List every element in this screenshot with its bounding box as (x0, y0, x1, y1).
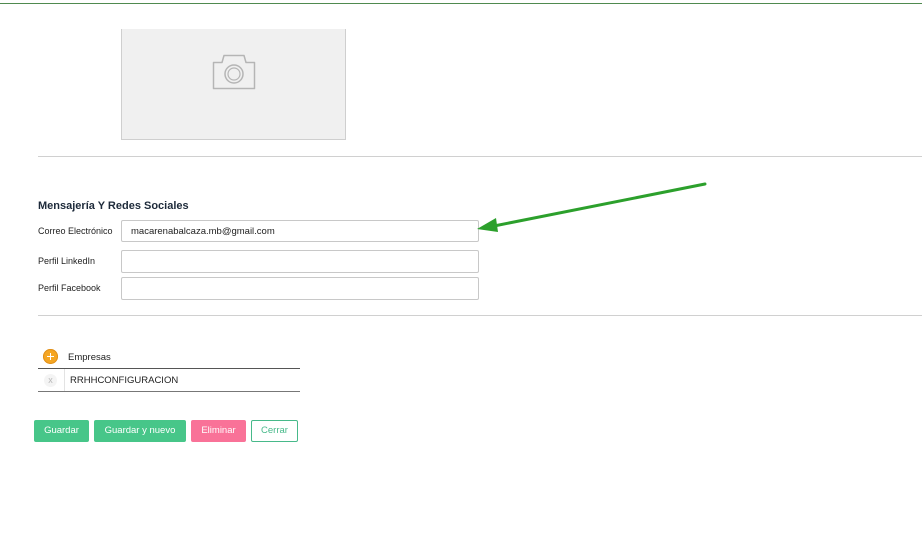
plus-circle-icon[interactable] (43, 349, 58, 364)
top-border-line (0, 3, 922, 4)
save-and-new-button[interactable]: Guardar y nuevo (94, 420, 186, 442)
email-label: Correo Electrónico (38, 226, 113, 236)
email-field[interactable] (121, 220, 479, 242)
annotation-arrow-icon (477, 182, 707, 232)
photo-upload-area[interactable] (121, 29, 346, 140)
companies-header: Empresas (68, 352, 111, 363)
table-row-line (38, 391, 300, 392)
camera-icon (212, 54, 256, 90)
facebook-label: Perfil Facebook (38, 283, 101, 293)
section-title-social: Mensajería Y Redes Sociales (38, 200, 189, 212)
companies-header-line (38, 368, 300, 369)
cell-separator (64, 369, 65, 391)
linkedin-label: Perfil LinkedIn (38, 256, 96, 266)
section-divider (38, 156, 922, 157)
delete-button[interactable]: Eliminar (191, 420, 246, 442)
company-name: RRHHCONFIGURACION (70, 375, 179, 386)
close-button[interactable]: Cerrar (251, 420, 298, 442)
section-divider (38, 315, 922, 316)
save-button[interactable]: Guardar (34, 420, 89, 442)
linkedin-field[interactable] (121, 250, 479, 273)
facebook-field[interactable] (121, 277, 479, 300)
x-icon[interactable]: x (44, 374, 57, 387)
